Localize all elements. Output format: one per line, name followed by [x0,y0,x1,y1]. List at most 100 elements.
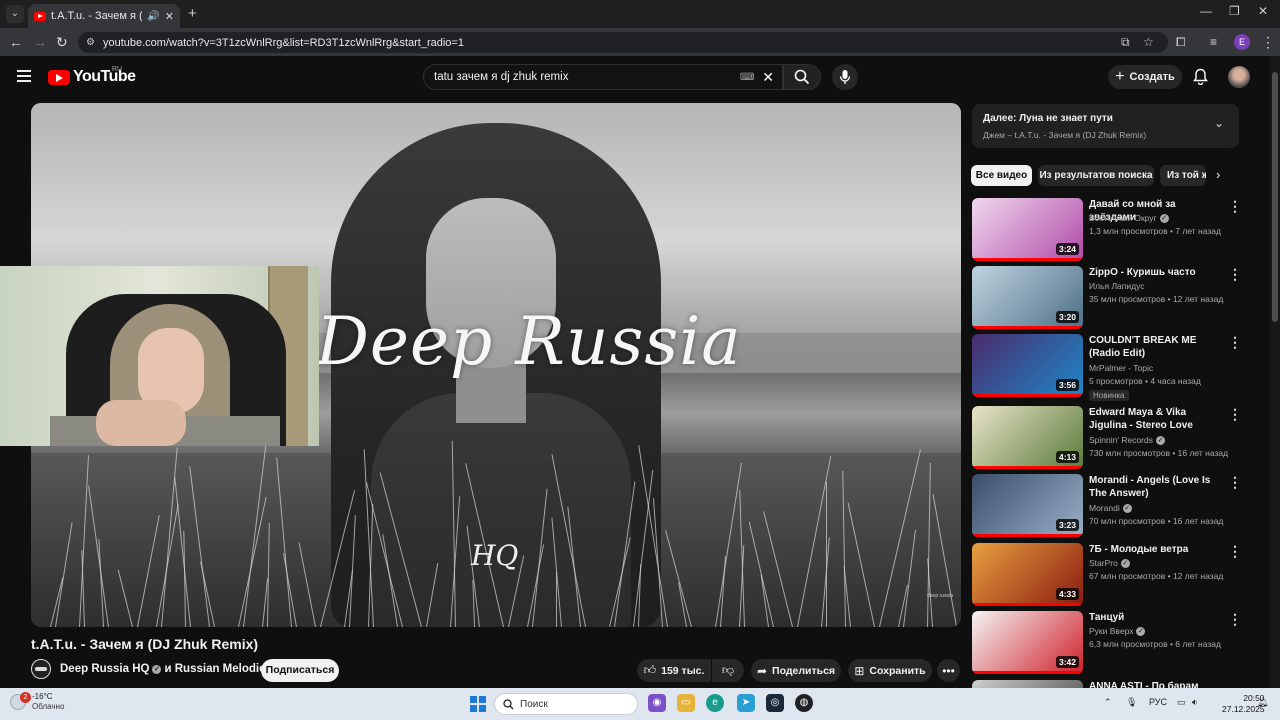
bookmark-star-icon[interactable]: ☆ [1143,32,1154,53]
search-query: tatu зачем я dj zhuk remix [434,71,569,83]
extensions-icon[interactable]: ⧠ [1176,34,1186,50]
more-vertical-icon[interactable]: ⋮ [1228,543,1242,560]
video-thumbnail[interactable]: 3:20 [972,266,1083,329]
scrollbar-thumb[interactable] [1272,72,1278,322]
more-vertical-icon[interactable]: ⋮ [1228,198,1242,215]
new-tab-icon[interactable]: + [188,5,197,22]
forward-icon[interactable]: → [33,34,47,50]
url-text: youtube.com/watch?v=3T1zcWnlRrg&list=RD3… [102,36,464,49]
recommendation-channel[interactable]: Илья Лапидус [1089,281,1144,291]
back-icon[interactable]: ← [9,34,23,50]
more-vertical-icon[interactable]: ⋮ [1228,406,1242,423]
recommendation-item[interactable]: 3:56 COULDN'T BREAK ME (Radio Edit) MrPalm… [972,334,1242,401]
address-bar[interactable]: ⚙ youtube.com/watch?v=3T1zcWnlRrg&list=R… [78,32,1168,53]
menu-icon[interactable] [17,70,31,82]
channel-avatar[interactable] [31,659,51,679]
clear-search-icon[interactable]: ✕ [762,69,774,86]
edge-browser-icon[interactable]: e [706,694,724,712]
network-icon[interactable]: ▭ [1177,697,1186,708]
browser-tab[interactable]: t.A.T.u. - Зачем я (DJ Zhuk 🔊 ✕ [28,4,180,28]
chevron-down-icon[interactable]: ⌄ [1214,116,1224,130]
recommendation-title[interactable]: Танцуй [1089,611,1219,624]
chip-same-series[interactable]: Из той же серии [1160,165,1206,186]
recommendation-title[interactable]: ZippO - Куришь часто [1089,266,1219,279]
recommendation-channel[interactable]: Spinnin' Records ✓ [1089,435,1165,445]
recommendation-title[interactable]: 7Б - Молодые ветра [1089,543,1219,556]
notification-icon[interactable]: 🔔︎ [1257,697,1268,708]
webcam-overlay [0,266,319,446]
video-thumbnail[interactable]: 3:56 [972,334,1083,397]
install-app-icon[interactable]: ⧉ [1121,32,1130,53]
dislike-button[interactable]: 👎︎ [712,659,744,682]
audio-playing-icon[interactable]: 🔊 [147,11,159,22]
recommendation-channel[interactable]: Руки Вверх ✓ [1089,626,1146,636]
notifications-bell-icon[interactable] [1193,68,1208,85]
recommendation-channel[interactable]: StarPro ✓ [1089,558,1130,568]
search-icon [503,698,514,709]
recommendation-channel[interactable]: Восточный Округ ✓ [1089,213,1169,223]
more-actions-button[interactable]: ••• [937,659,960,682]
microphone-tray-icon[interactable]: 🎙︎ [1126,697,1137,708]
input-language[interactable]: РУС [1149,697,1167,707]
recommendation-channel[interactable]: Morandi ✓ [1089,503,1132,513]
reload-icon[interactable]: ↻ [56,34,68,50]
recommendation-item[interactable]: 4:33 7Б - Молодые ветра StarPro ✓ 67 млн про… [972,543,1242,607]
chip-from-search[interactable]: Из результатов поиска [1038,165,1154,186]
taskbar-search[interactable]: Поиск [494,693,638,715]
recommendation-item[interactable]: 3:42 Танцуй Руки Вверх ✓ 6,3 млн просмотров … [972,611,1242,675]
copilot-app-icon[interactable]: ◉ [648,694,666,712]
video-thumbnail[interactable]: 3:24 [972,198,1083,261]
close-tab-icon[interactable]: ✕ [165,10,174,23]
subscribe-button[interactable]: Подписаться [261,659,339,682]
windows-start-icon[interactable] [470,696,486,712]
voice-search-button[interactable] [832,64,858,90]
recommendation-item[interactable]: 3:23 Morandi - Angels (Love Is The Answer… [972,474,1242,538]
tab-search-icon[interactable]: ⌄ [6,5,24,23]
video-thumbnail[interactable]: 3:42 [972,611,1083,674]
like-button[interactable]: 👍︎ 159 тыс. [637,659,711,682]
chrome-icon[interactable]: ◍ [795,694,813,712]
mix-up-next-panel[interactable]: Далее: Луна не знает пути Джем – t.A.T.u… [972,104,1239,148]
recommendation-item[interactable]: 3:20 ZippO - Куришь часто Илья Лапидус 35 м… [972,266,1242,330]
channel-name[interactable]: Deep Russia HQ [60,663,149,675]
recommendation-channel[interactable]: MrPalmer - Topic [1089,363,1153,373]
recommendation-item[interactable]: 4:13 Edward Maya & Vika Jigulina - Stereo… [972,406,1242,470]
reading-list-icon[interactable]: ≡ [1210,34,1217,50]
youtube-logo[interactable]: YouTube [48,68,136,86]
volume-icon[interactable]: 🔉︎ [1192,697,1198,708]
recommendation-title[interactable]: COULDN'T BREAK ME (Radio Edit) [1089,334,1219,360]
more-vertical-icon[interactable]: ⋮ [1228,611,1242,628]
share-button[interactable]: ➦ Поделиться [751,659,841,682]
more-vertical-icon[interactable]: ⋮ [1228,266,1242,283]
save-button[interactable]: ⊞ Сохранить [848,659,932,682]
steam-icon[interactable]: ◎ [766,694,784,712]
telegram-icon[interactable]: ➤ [737,694,755,712]
channel-collab[interactable]: и Russian Melodies [164,663,271,675]
close-window-icon[interactable]: ✕ [1258,4,1268,18]
chip-all-videos[interactable]: Все видео [971,165,1032,186]
search-button[interactable] [783,64,821,90]
site-info-icon[interactable]: ⚙ [86,37,95,48]
weather-widget[interactable]: -16°C Облачно [10,692,64,712]
search-input[interactable]: tatu зачем я dj zhuk remix ⌨ ✕ [423,64,783,90]
video-thumbnail[interactable]: 3:23 [972,474,1083,537]
more-vertical-icon[interactable]: ⋮ [1228,474,1242,491]
restore-icon[interactable]: ❐ [1229,4,1240,18]
tray-overflow-icon[interactable]: ⌃ [1104,697,1112,708]
channel-names[interactable]: Deep Russia HQ ✓ и Russian Melodies [60,663,272,675]
minimize-icon[interactable]: — [1200,4,1212,18]
recommendation-title[interactable]: Edward Maya & Vika Jigulina - Stereo Lov… [1089,406,1219,433]
recommendation-channel-name: MrPalmer - Topic [1089,363,1154,373]
recommendation-item[interactable]: 3:24 Давай со мной за звёздами Восточный О… [972,198,1242,262]
profile-avatar[interactable]: E [1234,34,1250,50]
recommendation-title[interactable]: Morandi - Angels (Love Is The Answer) [1089,474,1219,500]
browser-menu-icon[interactable]: ⋮ [1261,34,1275,50]
video-thumbnail[interactable]: 4:13 [972,406,1083,469]
account-avatar[interactable] [1228,66,1250,88]
more-vertical-icon[interactable]: ⋮ [1228,334,1242,351]
chevron-right-icon[interactable]: › [1216,167,1220,182]
file-explorer-icon[interactable]: ▭ [677,694,695,712]
video-thumbnail[interactable]: 4:33 [972,543,1083,606]
keyboard-icon[interactable]: ⌨ [740,72,754,83]
create-button[interactable]: + Создать [1108,65,1182,89]
